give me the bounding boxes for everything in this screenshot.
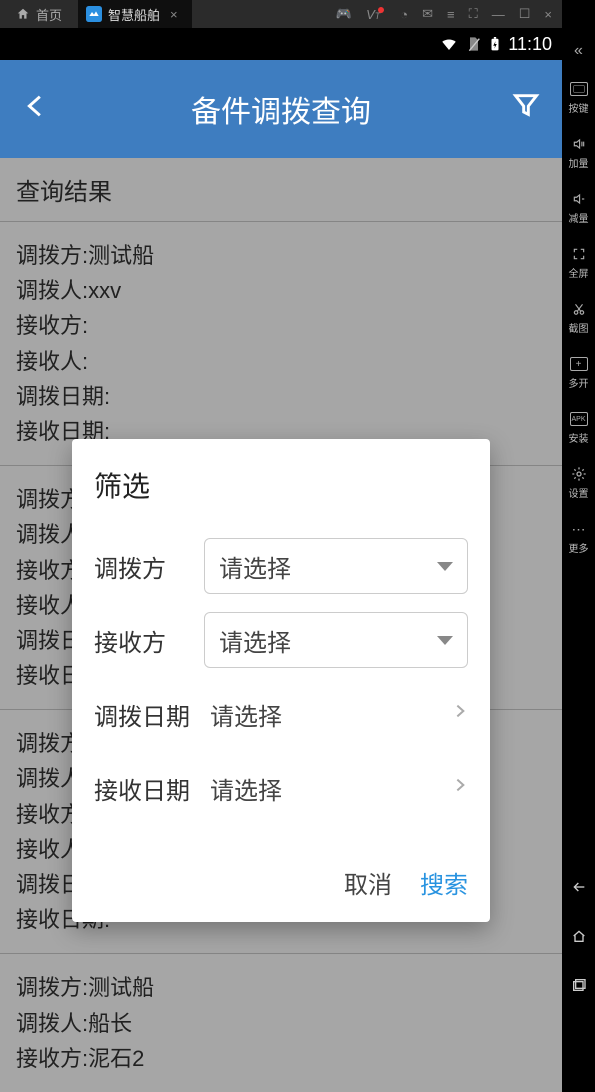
toolbar-icon xyxy=(570,137,588,151)
chevron-right-icon xyxy=(452,772,468,804)
toolbar-item-按键[interactable]: 按键 xyxy=(569,82,589,115)
toolbar-icon xyxy=(570,247,588,261)
recv-date-value: 请选择 xyxy=(206,771,452,806)
toolbar-icon xyxy=(570,467,588,481)
home-icon xyxy=(16,7,30,21)
toolbar-item-安装[interactable]: APK 安装 xyxy=(569,412,589,445)
toolbar-icon xyxy=(570,192,588,206)
nav-recent-icon[interactable] xyxy=(570,977,588,998)
receiver-select-value: 请选择 xyxy=(219,623,291,658)
receiver-select[interactable]: 请选择 xyxy=(204,612,468,668)
window-controls: 🎮 VT ◔ ✉ ≡ ⛶ — ☐ × xyxy=(336,6,562,22)
filter-icon[interactable] xyxy=(512,91,540,127)
toolbar-label: 减量 xyxy=(569,210,589,225)
tab-active-label: 智慧船舶 xyxy=(108,5,160,24)
toolbar-item-多开[interactable]: + 多开 xyxy=(569,357,589,390)
phone-screen: 11:10 备件调拨查询 查询结果 调拨方:测试船调拨人:xxv接收方:接收人:… xyxy=(0,28,562,1092)
wifi-icon xyxy=(438,35,460,53)
toolbar-item-全屏[interactable]: 全屏 xyxy=(569,247,589,280)
toolbar-item-设置[interactable]: 设置 xyxy=(569,467,589,500)
chevron-down-icon xyxy=(437,562,453,571)
toolbar-label: 安装 xyxy=(569,430,589,445)
collapse-icon[interactable]: » xyxy=(574,42,583,60)
modal-title: 筛选 xyxy=(72,439,490,523)
sender-select[interactable]: 请选择 xyxy=(204,538,468,594)
app-header: 备件调拨查询 xyxy=(0,60,562,158)
gamepad-icon[interactable]: 🎮 xyxy=(336,6,352,22)
toolbar-label: 按键 xyxy=(569,100,589,115)
send-date-row[interactable]: 调拨日期 请选择 xyxy=(94,677,468,751)
nav-back-icon[interactable] xyxy=(569,879,589,900)
toolbar-item-减量[interactable]: 减量 xyxy=(569,192,589,225)
toolbar-item-加量[interactable]: 加量 xyxy=(569,137,589,170)
close-window-icon[interactable]: × xyxy=(544,7,552,22)
filter-modal: 筛选 调拨方 请选择 接收方 请选择 xyxy=(72,439,490,922)
user-icon[interactable]: ◔ xyxy=(400,7,408,22)
android-statusbar: 11:10 xyxy=(0,28,562,60)
back-icon[interactable] xyxy=(20,92,48,127)
toolbar-item-更多[interactable]: ⋯ 更多 xyxy=(569,522,589,555)
toolbar-label: 截图 xyxy=(569,320,589,335)
toolbar-label: 加量 xyxy=(569,155,589,170)
minimize-icon[interactable]: — xyxy=(492,7,505,22)
send-date-value: 请选择 xyxy=(206,697,452,732)
recv-date-row[interactable]: 接收日期 请选择 xyxy=(94,751,468,825)
expand-icon[interactable]: ⛶ xyxy=(469,6,478,22)
battery-icon xyxy=(488,33,502,55)
toolbar-icon: + xyxy=(570,357,588,371)
toolbar-label: 更多 xyxy=(569,540,589,555)
toolbar-icon xyxy=(570,82,588,96)
app-body: 查询结果 调拨方:测试船调拨人:xxv接收方:接收人:调拨日期:接收日期:调拨方… xyxy=(0,158,562,1092)
maximize-icon[interactable]: ☐ xyxy=(519,6,531,22)
tab-active[interactable]: 智慧船舶 × xyxy=(78,0,192,28)
vt-icon[interactable]: VT xyxy=(366,7,386,22)
chevron-down-icon xyxy=(437,636,453,645)
toolbar-label: 多开 xyxy=(569,375,589,390)
send-date-label: 调拨日期 xyxy=(94,697,206,732)
sender-label: 调拨方 xyxy=(94,549,204,584)
toolbar-item-截图[interactable]: 截图 xyxy=(569,302,589,335)
toolbar-label: 设置 xyxy=(569,485,589,500)
tab-home-label: 首页 xyxy=(36,5,62,24)
tab-home[interactable]: 首页 xyxy=(0,5,78,24)
cancel-button[interactable]: 取消 xyxy=(344,865,392,900)
clock: 11:10 xyxy=(508,34,552,55)
toolbar-label: 全屏 xyxy=(569,265,589,280)
sender-select-value: 请选择 xyxy=(219,549,291,584)
search-button[interactable]: 搜索 xyxy=(420,865,468,900)
emulator-titlebar: 首页 智慧船舶 × 🎮 VT ◔ ✉ ≡ ⛶ — ☐ × xyxy=(0,0,562,28)
nav-home-icon[interactable] xyxy=(569,928,589,949)
tab-close-icon[interactable]: × xyxy=(166,7,182,22)
toolbar-icon: APK xyxy=(570,412,588,426)
emulator-sidebar: » 按键加量减量全屏截图 + 多开 APK 安装设置 ⋯ 更多 xyxy=(562,0,595,1020)
toolbar-icon xyxy=(570,302,588,316)
app-icon xyxy=(86,6,102,22)
mail-icon[interactable]: ✉ xyxy=(422,6,433,22)
receiver-label: 接收方 xyxy=(94,623,204,658)
recv-date-label: 接收日期 xyxy=(94,771,206,806)
menu-icon[interactable]: ≡ xyxy=(447,7,455,22)
sim-icon xyxy=(466,34,482,54)
page-title: 备件调拨查询 xyxy=(191,87,371,131)
chevron-right-icon xyxy=(452,698,468,730)
toolbar-icon: ⋯ xyxy=(570,522,588,536)
